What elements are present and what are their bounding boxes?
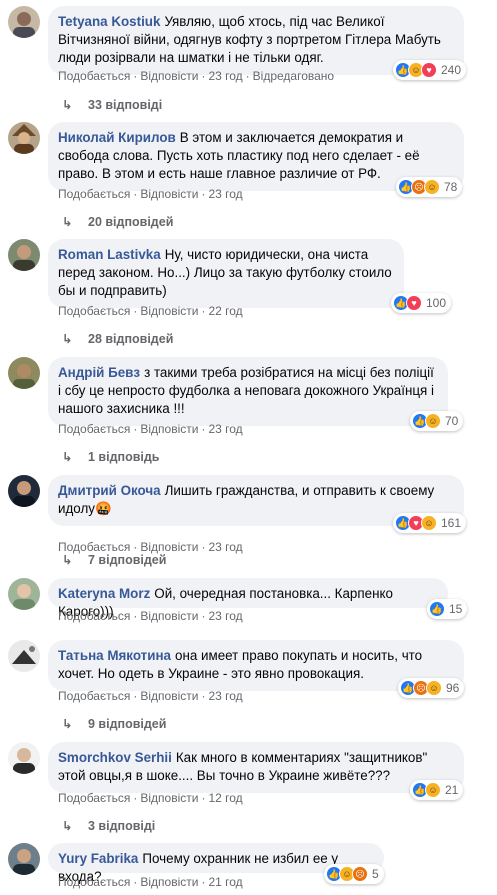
comment-actions: Подобається · Відповісти · 23 год (58, 422, 243, 436)
view-replies-link[interactable]: ↳ 28 відповідей (62, 331, 173, 346)
like-button[interactable]: Подобається (58, 422, 130, 436)
like-button[interactable]: Подобається (58, 791, 130, 805)
reply-button[interactable]: Відповісти (140, 422, 198, 436)
reply-button[interactable]: Відповісти (140, 689, 198, 703)
view-replies-link[interactable]: ↳ 3 відповіді (62, 818, 155, 833)
avatar[interactable] (8, 475, 40, 507)
comment-timestamp[interactable]: 22 год (208, 304, 242, 318)
haha-icon: ☺ (425, 413, 441, 429)
comment-timestamp[interactable]: 23 год (208, 69, 242, 83)
reaction-summary[interactable]: 👍 ♥ ☺ 161 (393, 513, 467, 533)
comment-bubble: Smorchkov Serhii Как много в комментариях… (48, 742, 464, 793)
angry-emoji: 🤬 (94, 501, 112, 516)
comment-timestamp[interactable]: 23 год (208, 540, 242, 554)
comment-author[interactable]: Татьна Мякотина (58, 648, 171, 663)
reaction-summary[interactable]: 👍 ☺ ♥ 240 (393, 60, 467, 80)
haha-icon: ☺ (425, 782, 441, 798)
reaction-count: 15 (449, 602, 463, 616)
like-button[interactable]: Подобається (58, 187, 130, 201)
comment-author[interactable]: Roman Lastivka (58, 247, 161, 262)
reply-arrow-icon: ↳ (62, 215, 73, 229)
comment-actions: Подобається · Відповісти · 23 год (58, 609, 243, 623)
comment-bubble: Андрій Бевз з такими треба розібратися на… (48, 357, 448, 426)
reaction-count: 240 (441, 63, 462, 77)
comment-author[interactable]: Smorchkov Serhii (58, 750, 172, 765)
comment-timestamp[interactable]: 23 год (208, 422, 242, 436)
reaction-count: 161 (441, 516, 462, 530)
avatar[interactable] (8, 239, 40, 271)
reply-button[interactable]: Відповісти (140, 187, 198, 201)
comment-author[interactable]: Дмитрий Окоча (58, 483, 161, 498)
avatar[interactable] (8, 578, 40, 610)
love-icon: ♥ (421, 62, 437, 78)
view-replies-link[interactable]: ↳ 20 відповідей (62, 214, 173, 229)
comment-author[interactable]: Kateryna Morz (58, 586, 150, 601)
reply-button[interactable]: Відповісти (140, 609, 198, 623)
reply-arrow-icon: ↳ (62, 98, 73, 112)
comment-actions: Подобається · Відповісти · 23 год · Відредагов… (58, 69, 335, 83)
reaction-count: 5 (372, 867, 379, 881)
reaction-count: 78 (444, 180, 458, 194)
comment-actions: Подобається · Відповісти · 23 год (58, 187, 243, 201)
like-button[interactable]: Подобається (58, 69, 130, 83)
avatar[interactable] (8, 6, 40, 38)
edited-label: Відредаговано (252, 69, 335, 83)
avatar[interactable] (8, 357, 40, 389)
avatar[interactable] (8, 742, 40, 774)
comment-bubble: Kateryna Morz Ой, очередная постановка...… (48, 578, 448, 619)
reaction-count: 96 (446, 681, 460, 695)
avatar[interactable] (8, 640, 40, 672)
reaction-summary[interactable]: 👍 ☹ ☺ 96 (398, 678, 465, 698)
like-button[interactable]: Подобається (58, 609, 130, 623)
comment-timestamp[interactable]: 23 год (208, 187, 242, 201)
reaction-count: 70 (445, 414, 459, 428)
like-button[interactable]: Подобається (58, 304, 130, 318)
reply-arrow-icon: ↳ (62, 553, 73, 567)
comment-author[interactable]: Андрій Бевз (58, 365, 140, 380)
haha-icon: ☺ (421, 515, 437, 531)
comment-actions: Подобається · Відповісти · 23 год (58, 689, 243, 703)
view-replies-link[interactable]: ↳ 1 відповідь (62, 449, 159, 464)
reaction-summary[interactable]: 👍 ♥ 100 (391, 293, 452, 313)
angry-icon: ☹ (352, 866, 368, 882)
reply-arrow-icon: ↳ (62, 717, 73, 731)
reaction-summary[interactable]: 👍 ☺ 70 (410, 411, 464, 431)
reply-arrow-icon: ↳ (62, 819, 73, 833)
reply-button[interactable]: Відповісти (140, 875, 198, 889)
comment-timestamp[interactable]: 23 год (208, 609, 242, 623)
reaction-summary[interactable]: 👍 ☺ 21 (410, 780, 464, 800)
comment-actions: Подобається · Відповісти · 22 год (58, 304, 243, 318)
comment-author[interactable]: Yury Fabrika (58, 851, 138, 866)
love-icon: ♥ (406, 295, 422, 311)
comment-author[interactable]: Николай Кирилов (58, 130, 176, 145)
reply-button[interactable]: Відповісти (140, 791, 198, 805)
comment-bubble: Roman Lastivka Ну, чисто юридически, она … (48, 239, 404, 308)
reaction-summary[interactable]: 👍 ☺ ☹ 5 (324, 864, 384, 884)
reply-button[interactable]: Відповісти (140, 69, 198, 83)
comment-timestamp[interactable]: 12 год (208, 791, 242, 805)
view-replies-link[interactable]: ↳ 9 відповідей (62, 716, 166, 731)
reaction-count: 21 (445, 783, 459, 797)
like-icon: 👍 (429, 601, 445, 617)
avatar[interactable] (8, 122, 40, 154)
reply-arrow-icon: ↳ (62, 332, 73, 346)
reaction-count: 100 (426, 296, 447, 310)
comment-actions: Подобається · Відповісти · 21 год (58, 875, 243, 889)
haha-icon: ☺ (424, 179, 440, 195)
avatar[interactable] (8, 843, 40, 875)
comment-timestamp[interactable]: 21 год (208, 875, 242, 889)
reply-button[interactable]: Відповісти (140, 304, 198, 318)
reply-arrow-icon: ↳ (62, 450, 73, 464)
view-replies-link[interactable]: ↳ 33 відповіді (62, 97, 162, 112)
like-button[interactable]: Подобається (58, 689, 130, 703)
view-replies-link[interactable]: ↳ 7 відповідей (62, 552, 166, 567)
reaction-summary[interactable]: 👍 15 (427, 599, 468, 619)
comment-actions: Подобається · Відповісти · 12 год (58, 791, 243, 805)
comment-timestamp[interactable]: 23 год (208, 689, 242, 703)
comment-author[interactable]: Tetyana Kostiuk (58, 14, 160, 29)
like-button[interactable]: Подобається (58, 875, 130, 889)
haha-icon: ☺ (426, 680, 442, 696)
reaction-summary[interactable]: 👍 ☹ ☺ 78 (396, 177, 463, 197)
